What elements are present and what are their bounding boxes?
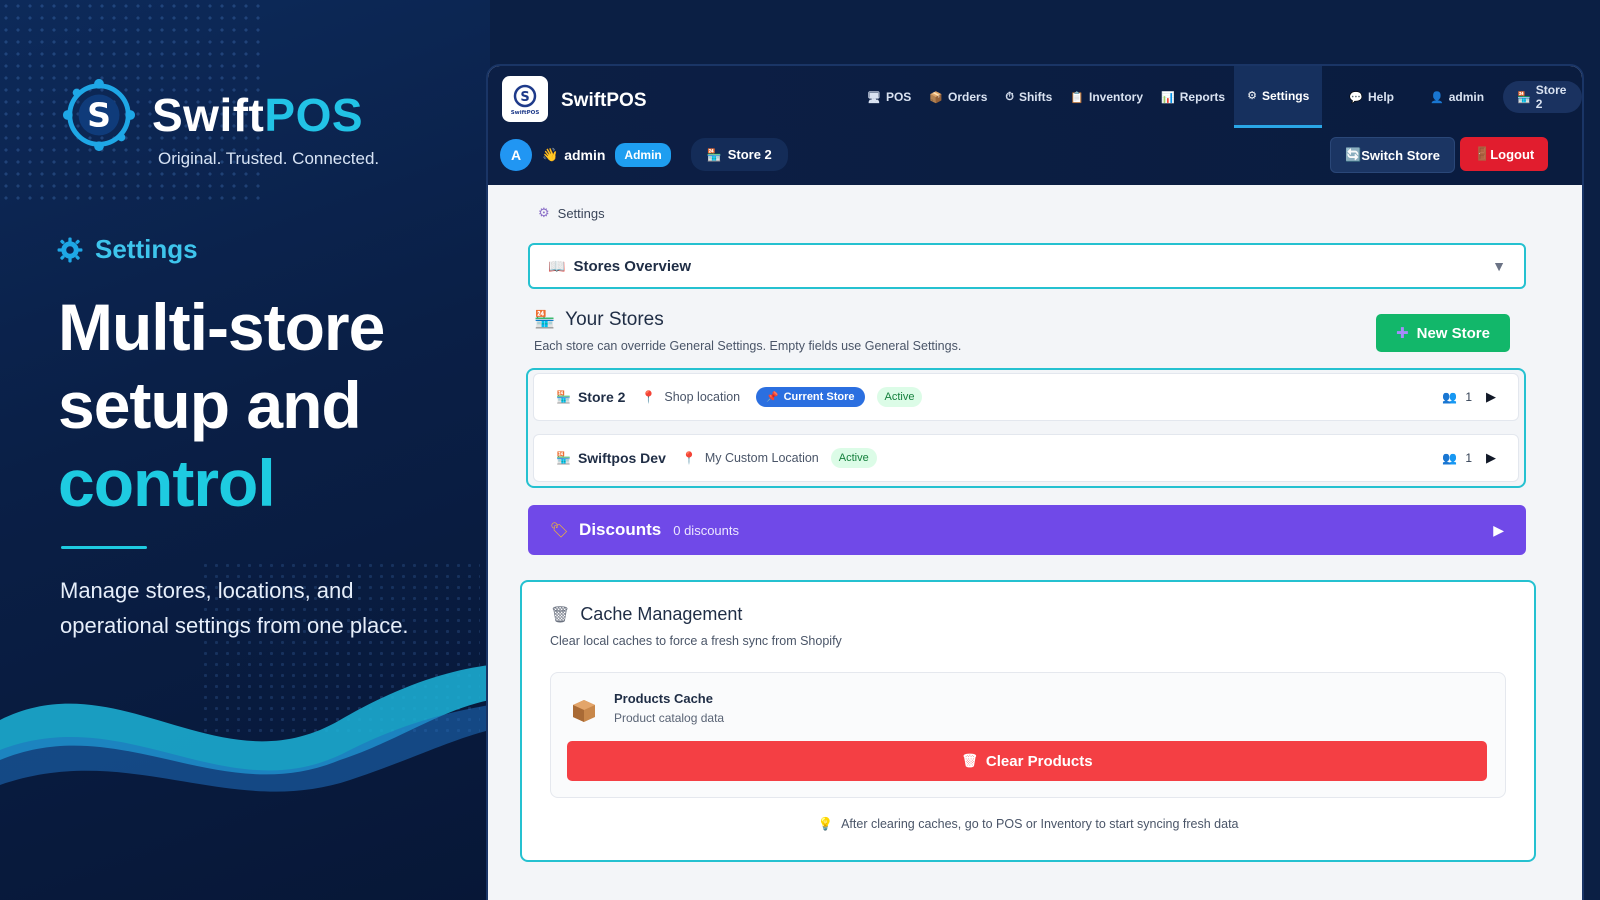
- products-cache-title: Products Cache: [614, 691, 713, 706]
- nav-settings[interactable]: ⚙ Settings: [1234, 66, 1323, 128]
- user-count: 1: [1465, 390, 1472, 404]
- main-nav: 🖥 POS 📦 Orders ⏱ Shifts 📋 Inventory 📊 Reports…: [858, 66, 1582, 128]
- brand: S SwiftPOS: [60, 76, 363, 154]
- nav-pos[interactable]: 🖥 POS: [858, 66, 920, 128]
- trash-icon: 🗑: [961, 753, 978, 768]
- switch-store-button[interactable]: 🔄 Switch Store: [1330, 137, 1455, 173]
- section-label: Settings: [95, 234, 198, 264]
- breadcrumb: ⚙ Settings: [538, 205, 605, 221]
- brand-name: SwiftPOS: [152, 89, 364, 141]
- top-bar: S SwiftPOS SwiftPOS 🖥 POS 📦 Orders ⏱ Shifts…: [488, 66, 1582, 185]
- pin-icon: 📌: [766, 391, 779, 403]
- user-count: 1: [1465, 451, 1472, 465]
- discounts-count: 0 discounts: [673, 522, 739, 538]
- store-icon: 🏪: [556, 451, 571, 465]
- nav-inventory[interactable]: 📋 Inventory: [1061, 66, 1152, 128]
- accent-divider: [61, 546, 147, 549]
- gear-icon: ⚙: [538, 205, 550, 220]
- store-icon: 🏪: [534, 310, 556, 329]
- svg-text:SwiftPOS: SwiftPOS: [511, 110, 540, 116]
- swiftpos-logo-icon: S: [62, 78, 136, 152]
- logout-button[interactable]: 🚪 Logout: [1460, 137, 1549, 171]
- current-store-badge: 📌 Current Store: [756, 387, 865, 407]
- products-cache-subtitle: Product catalog data: [614, 711, 725, 725]
- pin-icon: 📍: [641, 390, 657, 404]
- chart-icon: 📊: [1161, 91, 1175, 104]
- lightbulb-icon: 💡: [817, 817, 834, 831]
- app-logo[interactable]: S SwiftPOS: [502, 76, 548, 122]
- your-stores-heading: 🏪 Your Stores: [534, 309, 664, 330]
- nav-reports[interactable]: 📊 Reports: [1152, 66, 1234, 128]
- current-store-pill[interactable]: 🏪 Store 2: [690, 138, 788, 171]
- section-tag: Settings: [57, 234, 198, 265]
- expand-arrow-icon: ▶: [1493, 521, 1504, 538]
- promo-panel: S SwiftPOS Original. Trusted. Connected.…: [0, 0, 490, 900]
- gear-icon: ⚙: [1247, 90, 1257, 102]
- discounts-panel[interactable]: 🏷 Discounts 0 discounts ▶: [528, 505, 1526, 555]
- avatar[interactable]: A: [500, 138, 532, 171]
- stores-list: 🏪 Store 2 📍 Shop location 📌 Current Store…: [526, 368, 1526, 488]
- app-window: S SwiftPOS SwiftPOS 🖥 POS 📦 Orders ⏱ Shifts…: [486, 64, 1584, 900]
- users-icon: 👥: [1442, 390, 1458, 404]
- status-badge: Active: [876, 387, 923, 407]
- cache-subtitle: Clear local caches to force a fresh sync…: [550, 634, 842, 648]
- expand-arrow-icon[interactable]: ▶: [1486, 389, 1496, 405]
- role-badge: Admin: [615, 142, 671, 167]
- nav-store-selector[interactable]: 🏪 Store 2: [1503, 81, 1582, 113]
- headline: Multi-store setup and control: [58, 290, 385, 520]
- package-icon: 📦: [929, 91, 944, 104]
- clock-icon: ⏱: [1005, 90, 1014, 103]
- switch-icon: 🔄: [1345, 147, 1362, 162]
- user-icon: 👤: [1430, 91, 1444, 104]
- nav-user[interactable]: 👤 admin: [1421, 66, 1493, 128]
- store-row-swiftpos-dev[interactable]: 🏪 Swiftpos Dev 📍 My Custom Location Acti…: [533, 434, 1519, 482]
- swiftpos-logo-icon: S SwiftPOS: [511, 84, 540, 116]
- cache-tip: 💡 After clearing caches, go to POS or Inv…: [817, 817, 1239, 831]
- wave-hand-icon: 👋: [542, 146, 559, 162]
- cache-management-panel: 🗑 Cache Management Clear local caches to…: [520, 580, 1536, 862]
- new-store-button[interactable]: ✚ New Store: [1376, 314, 1510, 352]
- cache-heading: 🗑 Cache Management: [550, 604, 743, 624]
- monitor-icon: 🖥: [867, 91, 881, 104]
- tag-icon: 🏷: [550, 522, 570, 539]
- user-bar: A 👋 admin Admin 🏪 Store 2: [500, 138, 788, 171]
- promo-description: Manage stores, locations, and operationa…: [60, 578, 409, 638]
- brand-tagline: Original. Trusted. Connected.: [158, 149, 380, 168]
- store-row-store-2[interactable]: 🏪 Store 2 📍 Shop location 📌 Current Store…: [533, 373, 1519, 421]
- pin-icon: 📍: [681, 451, 697, 465]
- package-icon: [573, 700, 595, 722]
- stores-overview-panel[interactable]: 📖 Stores Overview ▼: [528, 243, 1526, 289]
- your-stores-subtitle: Each store can override General Settings…: [534, 339, 962, 353]
- book-icon: 📖: [548, 257, 566, 274]
- svg-text:S: S: [87, 96, 111, 135]
- nav-shifts[interactable]: ⏱ Shifts: [996, 66, 1061, 128]
- chat-icon: 💬: [1349, 91, 1363, 104]
- app-title: SwiftPOS: [561, 90, 647, 111]
- gear-icon: [57, 237, 83, 262]
- svg-text:S: S: [520, 90, 529, 105]
- users-icon: 👥: [1442, 451, 1458, 465]
- clipboard-icon: 📋: [1070, 91, 1085, 104]
- settings-content: ⚙ Settings 📖 Stores Overview ▼ 🏪 Your Sto…: [488, 185, 1582, 900]
- products-cache-card: Products Cache Product catalog data 🗑 Cle…: [550, 672, 1506, 798]
- clear-products-button[interactable]: 🗑 Clear Products: [567, 741, 1487, 781]
- expand-arrow-icon[interactable]: ▶: [1486, 450, 1496, 466]
- status-badge: Active: [830, 448, 877, 468]
- store-icon: 🏪: [706, 147, 722, 162]
- plus-icon: ✚: [1396, 325, 1409, 342]
- decorative-wave: [0, 665, 490, 792]
- store-icon: 🏪: [556, 390, 571, 404]
- chevron-down-icon: ▼: [1492, 258, 1506, 274]
- trash-icon: 🗑: [550, 606, 571, 624]
- nav-help[interactable]: 💬 Help: [1340, 66, 1403, 128]
- greeting: 👋 admin: [542, 146, 606, 163]
- door-icon: 🚪: [1474, 146, 1491, 161]
- store-icon: 🏪: [1517, 91, 1531, 104]
- nav-orders[interactable]: 📦 Orders: [920, 66, 996, 128]
